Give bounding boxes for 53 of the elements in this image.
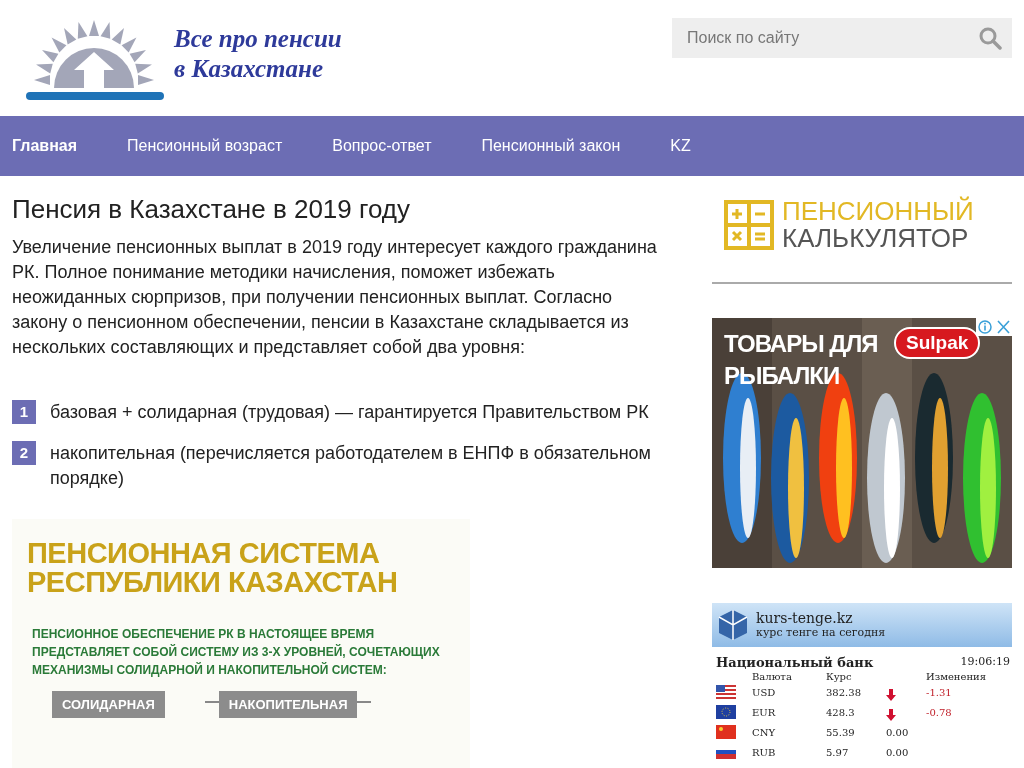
number-badge: 1 — [12, 400, 36, 424]
nav-link[interactable]: Пенсионный возраст — [127, 137, 283, 155]
exchange-rate: 428.3 — [826, 706, 856, 718]
column-header: Курс — [826, 670, 853, 682]
currency-code: EUR — [752, 706, 777, 718]
rate-change: -0.78 — [926, 706, 952, 718]
nav-link[interactable]: Вопрос-ответ — [332, 137, 432, 155]
infographic-text: МЕХАНИЗМЫ СОЛИДАРНОЙ И НАКОПИТЕЛЬНОЙ СИСТЕМ: — [32, 661, 388, 679]
article-title: Пенсия в Казахстане в 2019 году — [12, 194, 411, 225]
nav-link[interactable]: Главная — [12, 137, 78, 155]
infographic-title: РЕСПУБЛИКИ КАЗАХСТАН — [27, 568, 399, 597]
nav-link[interactable]: Пенсионный закон — [481, 137, 621, 155]
column-header: Валюта — [752, 670, 793, 682]
banner-text: КАЛЬКУЛЯТОР — [782, 224, 970, 252]
ad-banner[interactable]: ТОВАРЫ ДЛЯ РЫБАЛКИ Sulpak — [712, 318, 1012, 568]
bank-name: Национальный банк — [716, 655, 874, 670]
rate-change: 0.00 — [886, 726, 909, 738]
search-field[interactable]: Поиск по сайту — [672, 18, 1012, 58]
infographic-text: ПРЕДСТАВЛЯЕТ СОБОЙ СИСТЕМУ ИЗ 3-Х УРОВНЕЙ, СОЧЕТАЮЩИХ — [32, 643, 441, 661]
article-paragraph: Увеличение пенсионных выплат в 2019 году интересует каждого гражданина РК. Полное понимание методики начисления, поможет избежать неожиданных сюрпризов, при получении пенсионных выплат. Согласно закону о пенсионном обеспечении, пенсии в Казахстане складывается из нескольких составляющих и представляет собой два уровня: — [12, 236, 658, 359]
ad-headline: РЫБАЛКИ — [724, 361, 841, 391]
banner-text: ПЕНСИОННЫЙ — [782, 198, 974, 224]
flag-icon — [716, 705, 736, 719]
list-item-text: базовая + солидарная (трудовая) — гарантируется Правительством РК — [50, 401, 650, 424]
nav-link[interactable]: KZ — [670, 137, 691, 155]
site-name[interactable]: kurs-tenge.kz — [756, 611, 886, 626]
exchange-rate: 55.39 — [826, 726, 856, 738]
infographic-label: НАКОПИТЕЛЬНАЯ — [218, 691, 358, 718]
search-icon — [978, 26, 1002, 50]
logo-text: в Казахстане — [174, 54, 325, 84]
currency-code: RUB — [752, 746, 777, 758]
update-time: 19:06:19 — [960, 655, 1010, 670]
flag-icon — [716, 725, 736, 739]
rate-change: -1.31 — [926, 686, 952, 698]
currency-code: CNY — [752, 726, 776, 738]
infographic-label: СОЛИДАРНАЯ — [52, 691, 165, 718]
column-header: Изменения — [925, 670, 986, 682]
cube-logo-icon — [718, 609, 748, 641]
infographic-title: ПЕНСИОННАЯ СИСТЕМА — [27, 539, 381, 568]
flag-icon — [716, 685, 736, 699]
rate-change: 0.00 — [886, 746, 909, 758]
currency-code: USD — [752, 686, 777, 698]
number-badge: 2 — [12, 441, 36, 465]
exchange-rate: 382.38 — [826, 686, 862, 698]
list-item-text: накопительная (перечисляется работодателем в ЕНПФ в обязательном порядке) — [50, 442, 652, 490]
ad-headline: ТОВАРЫ ДЛЯ — [724, 329, 878, 359]
exchange-rate: 5.97 — [826, 746, 850, 758]
calculator-banner[interactable]: ПЕНСИОННЫЙ КАЛЬКУЛЯТОР — [712, 198, 1012, 284]
logo-text: Все про пенсии — [174, 24, 342, 54]
infographic-text: ПЕНСИОННОЕ ОБЕСПЕЧЕНИЕ РК В НАСТОЯЩЕЕ ВРЕМЯ — [32, 626, 375, 643]
calculator-icon — [724, 200, 774, 250]
brand-logo: Sulpak — [894, 327, 981, 359]
site-tagline: курс тенге на сегодня — [756, 626, 886, 639]
